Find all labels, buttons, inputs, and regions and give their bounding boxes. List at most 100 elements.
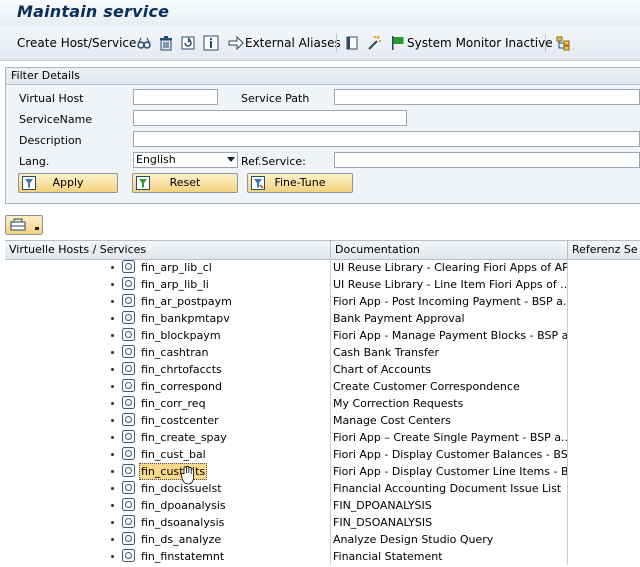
service-reference — [567, 361, 640, 378]
bullet-icon — [111, 419, 114, 422]
flag-icon[interactable] — [390, 35, 406, 51]
service-icon — [122, 549, 135, 562]
service-reference — [567, 276, 640, 293]
apply-button[interactable]: Apply — [18, 173, 118, 193]
magic-wand-icon[interactable] — [366, 35, 382, 51]
service-name[interactable]: fin_create_spay — [140, 430, 228, 445]
service-name[interactable]: fin_dpoanalysis — [140, 498, 227, 513]
service-reference — [567, 259, 640, 276]
table-row[interactable]: fin_corr_req My Correction Requests — [5, 395, 640, 412]
toolbar-separator — [336, 34, 337, 52]
toolbar-separator — [545, 34, 546, 52]
table-row[interactable]: fin_cust_bal Fiori App - Display Custome… — [5, 446, 640, 463]
service-path-label: Service Path — [241, 92, 310, 105]
fine-tune-icon — [251, 176, 265, 190]
table-row-selected[interactable]: fin_cust_lits Fiori App - Display Custom… — [5, 463, 640, 480]
service-reference — [567, 514, 640, 531]
service-documentation: UI Reuse Library - Line Item Fiori Apps … — [330, 276, 568, 293]
ref-service-input[interactable] — [334, 152, 640, 168]
mouse-pointer-icon — [181, 465, 194, 485]
service-reference — [567, 480, 640, 497]
service-icon — [122, 430, 135, 443]
service-documentation: Fiori App – Create Single Payment - BSP … — [330, 429, 568, 446]
table-row[interactable]: fin_dsoanalysis FIN_DSOANALYSIS — [5, 514, 640, 531]
service-reference — [567, 446, 640, 463]
table-row[interactable]: fin_ds_analyze Analyze Design Studio Que… — [5, 531, 640, 548]
table-row[interactable]: fin_finstatemnt Financial Statement — [5, 548, 640, 565]
info-icon[interactable] — [203, 35, 219, 51]
system-monitor-button[interactable]: System Monitor Inactive — [407, 34, 553, 52]
description-input[interactable] — [133, 131, 640, 147]
arrow-right-icon[interactable] — [228, 35, 244, 51]
service-reference — [567, 310, 640, 327]
service-icon — [122, 481, 135, 494]
service-path-input[interactable] — [334, 89, 640, 105]
service-name[interactable]: fin_cust_bal — [140, 447, 207, 462]
external-aliases-button[interactable]: External Aliases — [245, 34, 341, 52]
bullet-icon — [111, 317, 114, 320]
table-row[interactable]: fin_blockpaym Fiori App - Manage Payment… — [5, 327, 640, 344]
book-icon[interactable] — [344, 35, 360, 51]
reset-button[interactable]: Reset — [132, 173, 238, 193]
service-name-input[interactable] — [133, 110, 407, 126]
table-row[interactable]: fin_dpoanalysis FIN_DPOANALYSIS — [5, 497, 640, 514]
service-table: fin_arp_lib_cl UI Reuse Library - Cleari… — [5, 259, 640, 567]
service-documentation: Manage Cost Centers — [330, 412, 568, 429]
virtual-host-input[interactable] — [133, 89, 218, 105]
layout-button[interactable] — [5, 215, 43, 235]
bullet-icon — [111, 368, 114, 371]
service-name[interactable]: fin_costcenter — [140, 413, 220, 428]
service-icon — [122, 294, 135, 307]
table-row[interactable]: fin_docissuelst Financial Accounting Doc… — [5, 480, 640, 497]
table-row[interactable]: fin_create_spay Fiori App – Create Singl… — [5, 429, 640, 446]
service-name[interactable]: fin_ds_analyze — [140, 532, 222, 547]
service-icon — [122, 413, 135, 426]
service-name[interactable]: fin_corr_req — [140, 396, 207, 411]
service-name[interactable]: fin_arp_lib_li — [140, 277, 210, 292]
service-icon — [122, 345, 135, 358]
lang-select-value: English — [136, 153, 176, 166]
refresh-icon[interactable] — [180, 35, 196, 51]
bullet-icon — [111, 436, 114, 439]
table-row[interactable]: fin_chrtofaccts Chart of Accounts — [5, 361, 640, 378]
service-name[interactable]: fin_dsoanalysis — [140, 515, 225, 530]
service-icon — [122, 515, 135, 528]
service-name[interactable]: fin_cust_lits — [139, 463, 208, 480]
apply-button-label: Apply — [52, 176, 84, 189]
table-row[interactable]: fin_correspond Create Customer Correspon… — [5, 378, 640, 395]
service-name[interactable]: fin_arp_lib_cl — [140, 260, 213, 275]
table-row[interactable]: fin_bankpmtapv Bank Payment Approval — [5, 310, 640, 327]
table-row[interactable]: fin_ar_postpaym Fiori App - Post Incomin… — [5, 293, 640, 310]
table-row[interactable]: fin_cashtran Cash Bank Transfer — [5, 344, 640, 361]
chevron-down-icon[interactable] — [35, 227, 39, 230]
service-icon — [122, 277, 135, 290]
trash-icon[interactable] — [158, 35, 174, 51]
glasses-icon[interactable] — [136, 35, 152, 51]
description-label: Description — [19, 134, 82, 147]
table-row[interactable]: fin_costcenter Manage Cost Centers — [5, 412, 640, 429]
service-name[interactable]: fin_cashtran — [140, 345, 209, 360]
service-name[interactable]: fin_ar_postpaym — [140, 294, 233, 309]
chevron-down-icon[interactable] — [227, 157, 235, 162]
service-reference — [567, 463, 640, 480]
bullet-icon — [111, 538, 114, 541]
column-header-referenz[interactable]: Referenz Se — [567, 241, 640, 259]
service-name[interactable]: fin_finstatemnt — [140, 549, 225, 564]
service-name[interactable]: fin_blockpaym — [140, 328, 222, 343]
lang-select[interactable]: English — [133, 152, 238, 168]
service-reference — [567, 412, 640, 429]
service-name[interactable]: fin_bankpmtapv — [140, 311, 231, 326]
service-documentation: Fiori App - Display Customer Balances - … — [330, 446, 568, 463]
service-documentation: Financial Accounting Document Issue List — [330, 480, 568, 497]
table-row[interactable]: fin_arp_lib_cl UI Reuse Library - Cleari… — [5, 259, 640, 276]
column-header-documentation[interactable]: Documentation — [330, 241, 568, 259]
service-reference — [567, 344, 640, 361]
table-row[interactable]: fin_arp_lib_li UI Reuse Library - Line I… — [5, 276, 640, 293]
fine-tune-button[interactable]: Fine-Tune — [247, 173, 353, 193]
hierarchy-icon[interactable] — [555, 35, 571, 51]
service-name[interactable]: fin_chrtofaccts — [140, 362, 223, 377]
column-header-hosts[interactable]: Virtuelle Hosts / Services — [5, 241, 329, 259]
create-host-button[interactable]: Create Host/Service — [17, 34, 136, 52]
bullet-icon — [111, 504, 114, 507]
service-name[interactable]: fin_correspond — [140, 379, 223, 394]
